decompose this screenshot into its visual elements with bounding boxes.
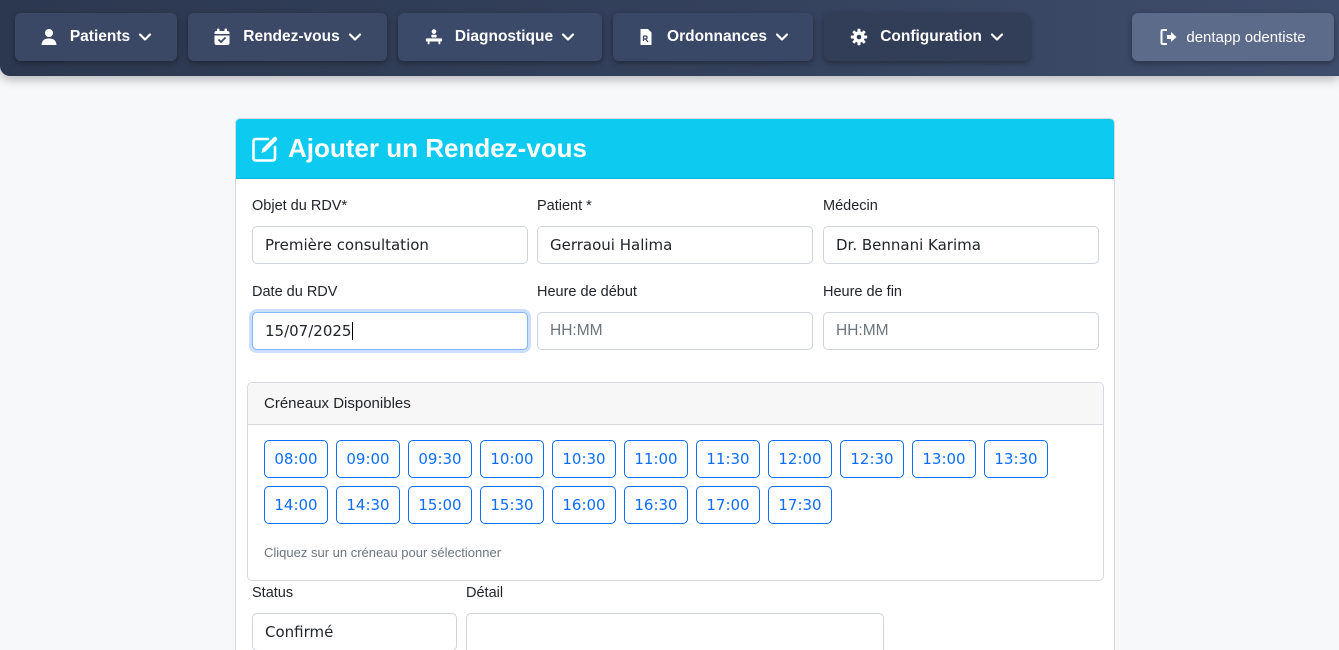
prescription-file-icon [637,28,655,46]
slot-button[interactable]: 17:30 [768,486,832,524]
slot-button[interactable]: 08:00 [264,440,328,478]
nav-ordonnances-dropdown[interactable]: Ordonnances [613,13,813,61]
chevron-down-icon [348,30,362,44]
nav-patients-label: Patients [69,28,131,45]
slot-button[interactable]: 11:30 [696,440,760,478]
status-label: Status [252,585,294,601]
chevron-down-icon [990,30,1004,44]
slot-button[interactable]: 15:00 [408,486,472,524]
date-label: Date du RDV [252,284,338,300]
slot-button[interactable]: 10:00 [480,440,544,478]
nav-configuration-dropdown[interactable]: Configuration [824,13,1030,61]
available-slots-panel: Créneaux Disponibles 08:00 09:00 09:30 10:0… [247,382,1104,581]
nav-patients-dropdown[interactable]: Patients [15,13,177,61]
detail-label: Détail [466,585,504,601]
heure-debut-label: Heure de début [537,284,637,300]
logout-button[interactable]: dentapp odentiste [1132,13,1334,61]
nav-configuration-label: Configuration [880,28,982,45]
objet-field[interactable]: Première consultation [252,226,528,264]
add-appointment-card: Ajouter un Rendez-vous Objet du RDV* Pre… [235,118,1115,650]
slot-button[interactable]: 16:30 [624,486,688,524]
nav-ordonnances-label: Ordonnances [667,28,767,45]
edit-icon [251,135,279,163]
objet-label: Objet du RDV* [252,198,348,214]
nav-rendez-vous-dropdown[interactable]: Rendez-vous [188,13,387,61]
date-field[interactable]: 15/07/2025 [252,312,528,350]
slots-header: Créneaux Disponibles [248,383,1103,425]
medecin-field[interactable]: Dr. Bennani Karima [823,226,1099,264]
page-title: Ajouter un Rendez-vous [288,133,588,163]
slot-button[interactable]: 17:00 [696,486,760,524]
calendar-check-icon [213,28,231,46]
chevron-down-icon [775,30,789,44]
medecin-label: Médecin [823,198,878,214]
nav-diagnostique-label: Diagnostique [454,28,554,45]
top-navbar: Patients Rendez-vous Diagnostique Ordonn… [0,0,1339,76]
chevron-down-icon [561,30,575,44]
procedures-icon [425,28,443,46]
slot-button[interactable]: 09:00 [336,440,400,478]
slot-button[interactable]: 14:30 [336,486,400,524]
slot-button[interactable]: 09:30 [408,440,472,478]
patient-field[interactable]: Gerraoui Halima [537,226,813,264]
slot-button[interactable]: 12:00 [768,440,832,478]
nav-diagnostique-dropdown[interactable]: Diagnostique [398,13,602,61]
slot-button[interactable]: 15:30 [480,486,544,524]
nav-rendez-vous-label: Rendez-vous [243,28,340,45]
slot-button[interactable]: 14:00 [264,486,328,524]
status-select[interactable]: Confirmé [252,613,457,650]
chevron-down-icon [138,30,152,44]
slot-button[interactable]: 12:30 [840,440,904,478]
text-caret [352,322,354,340]
user-icon [40,28,58,46]
heure-fin-field[interactable]: HH:MM [823,312,1099,350]
slots-hint: Cliquez sur un créneau pour sélectionner [264,545,502,560]
logout-label: dentapp odentiste [1186,28,1306,46]
card-header: Ajouter un Rendez-vous [236,119,1114,179]
heure-fin-label: Heure de fin [823,284,902,300]
patient-label: Patient * [537,198,592,214]
slot-button[interactable]: 11:00 [624,440,688,478]
detail-textarea[interactable] [466,613,884,650]
sign-out-icon [1160,28,1178,46]
slot-button[interactable]: 16:00 [552,486,616,524]
slot-button[interactable]: 10:30 [552,440,616,478]
date-value: 15/07/2025 [265,322,352,340]
heure-debut-field[interactable]: HH:MM [537,312,813,350]
slot-button[interactable]: 13:30 [984,440,1048,478]
gear-icon [850,28,868,46]
slot-button[interactable]: 13:00 [912,440,976,478]
